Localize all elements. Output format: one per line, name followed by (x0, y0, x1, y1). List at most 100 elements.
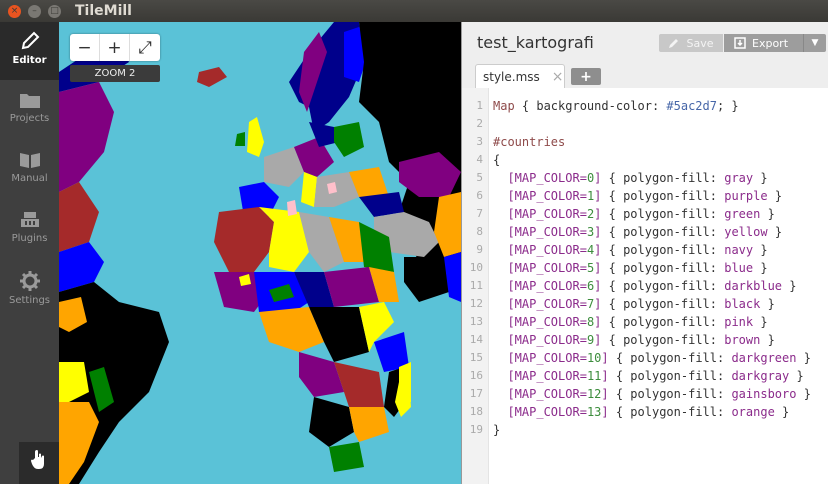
window-close-button[interactable]: × (8, 4, 21, 18)
code-line[interactable]: 10 [MAP_COLOR=5] { polygon-fill: blue } (462, 259, 828, 277)
line-number: 14 (469, 333, 483, 346)
window-maximize-button[interactable]: □ (48, 4, 61, 18)
sidebar-item-label: Settings (8, 295, 50, 306)
code-line[interactable]: 7 [MAP_COLOR=2] { polygon-fill: green } (462, 205, 828, 223)
code-text: [MAP_COLOR=4] { polygon-fill: navy } (507, 243, 768, 257)
line-number: 3 (476, 135, 483, 148)
save-button[interactable]: Save (659, 34, 723, 52)
line-number: 4 (476, 153, 483, 166)
tab-label: style.mss (483, 69, 540, 84)
line-number: 13 (469, 315, 483, 328)
maximize-icon: □ (50, 5, 59, 16)
code-text: [MAP_COLOR=10] { polygon-fill: darkgreen… (507, 351, 811, 365)
code-line[interactable]: 8 [MAP_COLOR=3] { polygon-fill: yellow } (462, 223, 828, 241)
export-dropdown-caret[interactable]: ▼ (803, 34, 826, 52)
close-icon: × (10, 5, 19, 16)
line-number: 17 (469, 387, 483, 400)
zoom-level-label: ZOOM 2 (70, 65, 160, 82)
zoom-buttons: − + ⤢ (70, 34, 160, 61)
app-title: TileMill (75, 3, 132, 19)
line-number: 1 (476, 99, 483, 112)
sidebar-item-projects[interactable]: Projects (0, 82, 59, 140)
code-line[interactable]: 17 [MAP_COLOR=12] { polygon-fill: gainsb… (462, 385, 828, 403)
plugin-icon (20, 212, 39, 227)
export-button[interactable]: Export ▼ (724, 34, 826, 52)
code-text: [MAP_COLOR=8] { polygon-fill: pink } (507, 315, 768, 329)
code-line[interactable]: 11 [MAP_COLOR=6] { polygon-fill: darkblu… (462, 277, 828, 295)
code-text: Map { background-color: #5ac2d7; } (493, 99, 739, 113)
code-line[interactable]: 14 [MAP_COLOR=9] { polygon-fill: brown } (462, 331, 828, 349)
code-text: [MAP_COLOR=3] { polygon-fill: yellow } (507, 225, 783, 239)
project-name: test_kartografi (477, 33, 594, 52)
line-number: 5 (476, 171, 483, 184)
zoom-out-button[interactable]: − (70, 34, 100, 61)
code-line[interactable]: 18 [MAP_COLOR=13] { polygon-fill: orange… (462, 403, 828, 421)
pencil-icon (21, 31, 39, 50)
line-number: 10 (469, 261, 483, 274)
zoom-in-button[interactable]: + (100, 34, 130, 61)
code-line[interactable]: 9 [MAP_COLOR=4] { polygon-fill: navy } (462, 241, 828, 259)
code-text: } (493, 423, 501, 437)
folder-icon (19, 94, 40, 108)
window-minimize-button[interactable]: – (28, 4, 41, 18)
code-line[interactable]: 4{ (462, 151, 828, 169)
sidebar-item-label: Projects (9, 113, 50, 124)
sidebar-item-manual[interactable]: Manual (0, 142, 59, 200)
fullscreen-button[interactable]: ⤢ (130, 34, 160, 61)
hand-tool-button[interactable] (19, 442, 59, 484)
line-number: 2 (476, 117, 483, 130)
code-editor[interactable]: 1 Map { background-color: #5ac2d7; } 2 3 #co… (462, 97, 828, 439)
add-tab-button[interactable]: + (571, 68, 601, 85)
save-label: Save (686, 36, 714, 50)
code-line[interactable]: 3 #countries (462, 133, 828, 151)
code-line[interactable]: 15 [MAP_COLOR=10] { polygon-fill: darkgr… (462, 349, 828, 367)
line-number: 18 (469, 405, 483, 418)
title-bar: × – □ TileMill (0, 0, 828, 22)
line-number: 19 (469, 423, 483, 436)
code-text: [MAP_COLOR=13] { polygon-fill: orange } (507, 405, 790, 419)
sidebar-item-label: Manual (11, 173, 48, 184)
tab-close-icon[interactable]: × (552, 69, 564, 85)
code-text: #countries (493, 135, 566, 149)
line-number: 7 (476, 207, 483, 220)
code-text: [MAP_COLOR=2] { polygon-fill: green } (507, 207, 775, 221)
editor-panel: test_kartografi Save Export ▼ style.mss … (461, 22, 828, 484)
code-line[interactable]: 1 Map { background-color: #5ac2d7; } (462, 97, 828, 115)
code-line[interactable]: 2 (462, 115, 828, 133)
code-text: [MAP_COLOR=7] { polygon-fill: black } (507, 297, 775, 311)
code-line[interactable]: 6 [MAP_COLOR=1] { polygon-fill: purple } (462, 187, 828, 205)
code-line[interactable]: 16 [MAP_COLOR=11] { polygon-fill: darkgr… (462, 367, 828, 385)
code-text: { (493, 153, 501, 167)
sidebar-item-plugins[interactable]: Plugins (0, 202, 59, 260)
line-number: 16 (469, 369, 483, 382)
tab-style-mss[interactable]: style.mss × (475, 64, 565, 88)
sidebar-item-editor[interactable]: Editor (0, 22, 59, 80)
code-text: [MAP_COLOR=9] { polygon-fill: brown } (507, 333, 775, 347)
sidebar-item-settings[interactable]: Settings (0, 262, 59, 320)
book-icon (19, 153, 40, 168)
code-line[interactable]: 13 [MAP_COLOR=8] { polygon-fill: pink } (462, 313, 828, 331)
hand-icon (31, 450, 44, 469)
export-label: Export (752, 36, 789, 50)
code-text: [MAP_COLOR=0] { polygon-fill: gray } (507, 171, 768, 185)
code-line[interactable]: 19} (462, 421, 828, 439)
line-number: 15 (469, 351, 483, 364)
code-line[interactable]: 5 [MAP_COLOR=0] { polygon-fill: gray } (462, 169, 828, 187)
sidebar-item-label: Plugins (11, 233, 48, 244)
code-text: [MAP_COLOR=1] { polygon-fill: purple } (507, 189, 783, 203)
gear-icon (19, 271, 40, 291)
code-text: [MAP_COLOR=5] { polygon-fill: blue } (507, 261, 768, 275)
code-text: [MAP_COLOR=6] { polygon-fill: darkblue } (507, 279, 797, 293)
code-text: [MAP_COLOR=12] { polygon-fill: gainsboro… (507, 387, 811, 401)
map-view[interactable]: − + ⤢ ZOOM 2 (59, 22, 461, 484)
line-number: 11 (469, 279, 483, 292)
editor-header: test_kartografi Save Export ▼ style.mss … (462, 22, 828, 88)
line-number: 6 (476, 189, 483, 202)
line-number: 8 (476, 225, 483, 238)
code-line[interactable]: 12 [MAP_COLOR=7] { polygon-fill: black } (462, 295, 828, 313)
code-text: [MAP_COLOR=11] { polygon-fill: darkgray … (507, 369, 804, 383)
world-map[interactable] (59, 22, 461, 484)
sidebar: Editor Projects Manual Plugins Settings (0, 22, 59, 484)
download-icon (734, 37, 746, 49)
minimize-icon: – (32, 5, 37, 16)
